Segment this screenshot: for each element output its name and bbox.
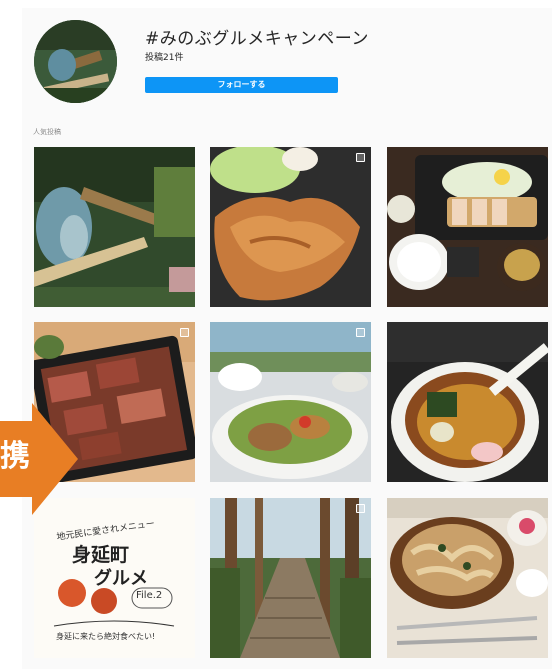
- section-title-top-posts: 人気投稿: [33, 128, 61, 136]
- graphic-gourmet: グルメ: [94, 568, 148, 589]
- post-tile-forest-stairs[interactable]: [210, 498, 371, 658]
- graphic-town-name: 身延町: [72, 544, 130, 566]
- post-tile-fried-chicken[interactable]: [210, 147, 371, 307]
- hashtag-title: #みのぶグルメキャンペーン: [145, 29, 369, 49]
- multi-post-icon: [180, 328, 189, 337]
- post-tile-salad-lunch[interactable]: [210, 322, 371, 482]
- follow-button[interactable]: フォローする: [145, 77, 338, 93]
- multi-post-icon: [356, 328, 365, 337]
- post-tile-tonkatsu-set[interactable]: [387, 147, 548, 307]
- multi-post-icon: [356, 504, 365, 513]
- post-tile-hoto-noodles[interactable]: [387, 498, 548, 658]
- hashtag-avatar[interactable]: [34, 20, 117, 103]
- post-tile-gourmet-file2[interactable]: 地元民に愛されメニュー 身延町 グルメ File.2 身延に来たら絶対食べたい!: [34, 498, 195, 658]
- arrow-label: 携: [0, 439, 30, 474]
- graphic-file-number: File.2: [136, 590, 163, 601]
- graphic-tagline: 身延に来たら絶対食べたい!: [56, 632, 156, 641]
- post-tile-ramen[interactable]: [387, 322, 548, 482]
- multi-post-icon: [356, 153, 365, 162]
- post-tile-waterfall[interactable]: [34, 147, 195, 307]
- post-count: 投稿21件: [145, 53, 184, 63]
